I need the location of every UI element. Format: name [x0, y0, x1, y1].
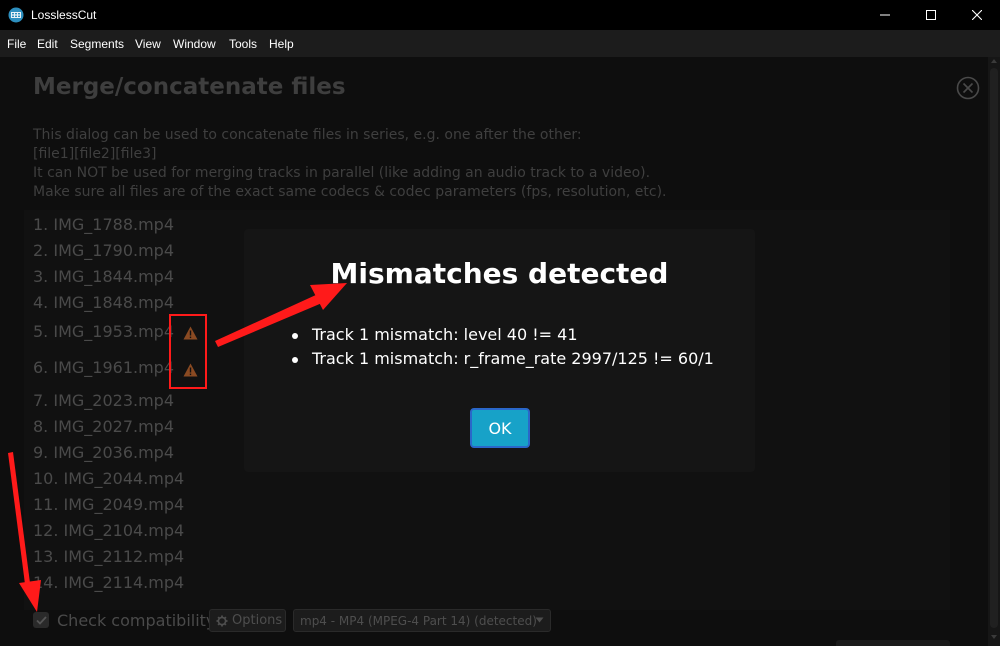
file-item[interactable]: 11. IMG_2049.mp4 — [33, 495, 184, 514]
close-icon — [972, 10, 982, 20]
file-item[interactable]: 1. IMG_1788.mp4 — [33, 215, 174, 234]
file-item[interactable]: 8. IMG_2027.mp4 — [33, 417, 174, 436]
ok-button[interactable]: OK — [470, 408, 530, 448]
title-bar: LosslessCut — [0, 0, 1000, 30]
minimize-button[interactable] — [862, 0, 908, 30]
file-item[interactable]: 3. IMG_1844.mp4 — [33, 267, 174, 286]
maximize-button[interactable] — [908, 0, 954, 30]
minimize-icon — [880, 14, 890, 16]
mismatch-modal: Mismatches detected Track 1 mismatch: le… — [244, 229, 755, 472]
scroll-down-icon[interactable] — [990, 634, 998, 640]
warning-highlight-box — [169, 314, 207, 389]
menu-view[interactable]: View — [135, 37, 161, 51]
file-item[interactable]: 4. IMG_1848.mp4 — [33, 293, 174, 312]
check-icon — [35, 615, 47, 625]
description-line: It can NOT be used for merging tracks in… — [33, 165, 651, 181]
mismatch-item: Track 1 mismatch: r_frame_rate 2997/125 … — [292, 347, 714, 371]
description-line: This dialog can be used to concatenate f… — [33, 127, 582, 143]
merge-button[interactable] — [836, 640, 950, 646]
menu-edit[interactable]: Edit — [37, 37, 58, 51]
losslesscut-logo-icon — [8, 7, 24, 23]
menu-bar: File Edit Segments View Window Tools Hel… — [0, 30, 1000, 57]
check-compatibility-label[interactable]: Check compatibility — [57, 611, 215, 630]
options-button[interactable]: Options — [209, 609, 286, 632]
chevron-down-icon — [535, 617, 544, 623]
close-circle-icon[interactable] — [956, 76, 980, 100]
menu-tools[interactable]: Tools — [229, 37, 257, 51]
scroll-up-icon[interactable] — [990, 58, 998, 64]
gear-icon — [216, 615, 228, 626]
modal-title: Mismatches detected — [330, 257, 669, 290]
format-select-value: mp4 - MP4 (MPEG-4 Part 14) (detected) — [300, 613, 537, 628]
dialog-description: This dialog can be used to concatenate f… — [33, 126, 667, 202]
menu-file[interactable]: File — [7, 37, 26, 51]
file-item[interactable]: 5. IMG_1953.mp4 — [33, 322, 174, 341]
description-line: [file1][file2][file3] — [33, 146, 157, 162]
file-item[interactable]: 10. IMG_2044.mp4 — [33, 469, 184, 488]
file-item[interactable]: 9. IMG_2036.mp4 — [33, 443, 174, 462]
dialog-title: Merge/concatenate files — [33, 74, 346, 100]
options-label: Options — [232, 613, 283, 628]
mismatch-item: Track 1 mismatch: level 40 != 41 — [292, 323, 714, 347]
menu-segments[interactable]: Segments — [70, 37, 124, 51]
description-line: Make sure all files are of the exact sam… — [33, 184, 667, 200]
check-compatibility-checkbox[interactable] — [33, 612, 49, 628]
maximize-icon — [926, 10, 936, 20]
close-button[interactable] — [954, 0, 1000, 30]
mismatch-list: Track 1 mismatch: level 40 != 41 Track 1… — [292, 323, 714, 371]
file-item[interactable]: 6. IMG_1961.mp4 — [33, 358, 174, 377]
menu-window[interactable]: Window — [173, 37, 216, 51]
file-item[interactable]: 7. IMG_2023.mp4 — [33, 391, 174, 410]
format-select[interactable]: mp4 - MP4 (MPEG-4 Part 14) (detected) — [293, 609, 551, 632]
file-item[interactable]: 2. IMG_1790.mp4 — [33, 241, 174, 260]
window-title: LosslessCut — [31, 8, 97, 22]
file-item[interactable]: 14. IMG_2114.mp4 — [33, 573, 184, 592]
file-item[interactable]: 13. IMG_2112.mp4 — [33, 547, 184, 566]
file-item[interactable]: 12. IMG_2104.mp4 — [33, 521, 184, 540]
scrollbar-thumb[interactable] — [990, 68, 998, 628]
menu-help[interactable]: Help — [269, 37, 294, 51]
